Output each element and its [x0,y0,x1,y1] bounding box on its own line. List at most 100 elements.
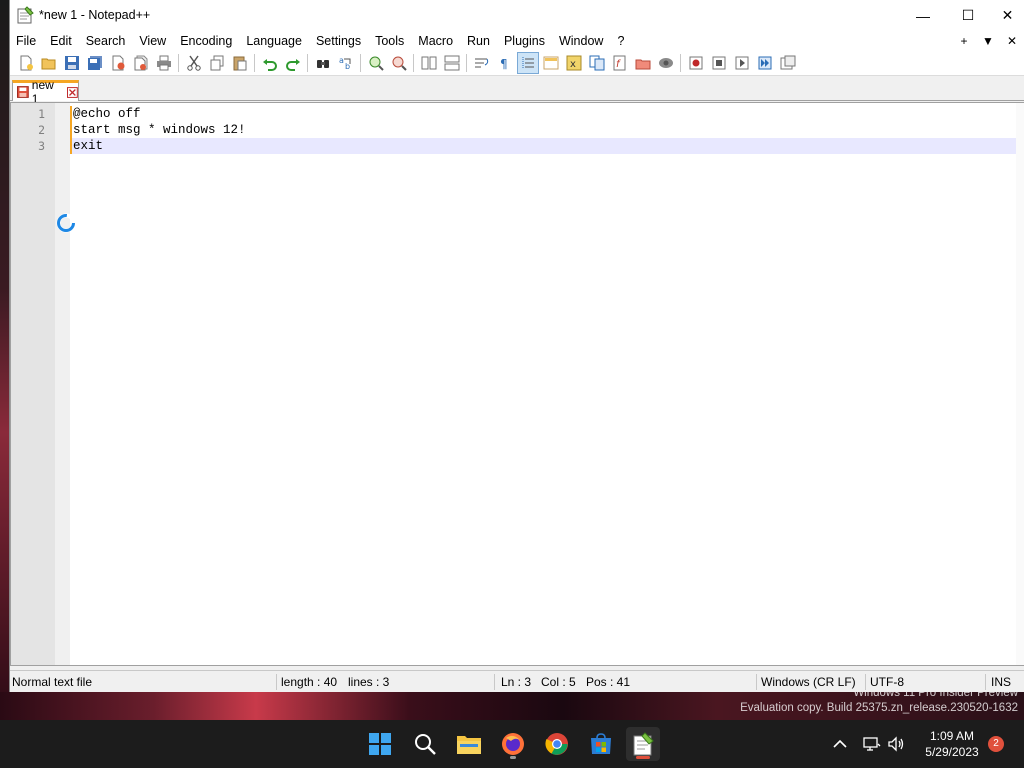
microsoft-store-icon[interactable] [584,727,618,761]
chevron-up-icon[interactable] [830,734,850,754]
new-tab-plus-button[interactable]: + [952,34,976,48]
menu-bar: File Edit Search View Encoding Language … [10,31,1024,51]
status-encoding[interactable]: UTF-8 [868,671,904,693]
code-text[interactable]: @echo off start msg * windows 12! exit [70,106,1016,154]
udl-icon[interactable] [540,52,562,74]
watermark-line-2: Evaluation copy. Build 25375.zn_release.… [740,702,1018,714]
toolbar-separator [413,54,414,72]
toolbar: ab ¶ x f [10,51,1024,76]
zoom-in-icon[interactable] [365,52,387,74]
vertical-scrollbar[interactable] [1016,103,1024,665]
notepadpp-icon[interactable] [626,727,660,761]
folder-workspace-icon[interactable]: f [609,52,631,74]
monitoring-icon[interactable] [632,52,654,74]
network-tray [862,720,882,768]
network-icon[interactable] [862,734,882,754]
status-col: Col : 5 [541,675,576,689]
save-all-icon[interactable] [84,52,106,74]
code-line-current[interactable]: exit [70,138,1016,154]
paste-icon[interactable] [229,52,251,74]
toolbar-separator [254,54,255,72]
menu-window[interactable]: Window [552,31,610,51]
function-list-icon[interactable] [586,52,608,74]
line-number: 2 [38,123,45,137]
status-length: length : 40 [281,675,338,689]
code-line[interactable]: @echo off [70,106,1016,122]
code-line[interactable]: start msg * windows 12! [70,122,1016,138]
menu-help[interactable]: ? [610,31,631,51]
close-all-icon[interactable] [130,52,152,74]
clock-date: 5/29/2023 [925,745,979,759]
window-title: *new 1 - Notepad++ [39,8,151,22]
fold-margin[interactable] [55,103,70,665]
find-icon[interactable] [312,52,334,74]
menu-file[interactable]: File [10,31,43,51]
status-insert-mode[interactable]: INS [989,671,1011,693]
close-button[interactable]: ✕ [990,0,1024,31]
stop-macro-icon[interactable] [708,52,730,74]
chrome-icon[interactable] [540,727,574,761]
word-wrap-icon[interactable] [471,52,493,74]
clock-time: 1:09 AM [929,729,975,743]
volume-icon[interactable] [886,734,906,754]
search-icon[interactable] [408,727,442,761]
close-icon[interactable] [107,52,129,74]
status-bar: Normal text file length : 40 lines : 3 L… [10,670,1024,692]
new-file-icon[interactable] [15,52,37,74]
menu-search[interactable]: Search [79,31,133,51]
notification-badge[interactable]: 2 [988,736,1004,752]
status-divider [756,674,757,690]
cut-icon[interactable] [183,52,205,74]
open-file-icon[interactable] [38,52,60,74]
play-macro-icon[interactable] [731,52,753,74]
sync-vertical-icon[interactable] [418,52,440,74]
eye-icon[interactable] [655,52,677,74]
menu-language[interactable]: Language [239,31,309,51]
menu-run[interactable]: Run [460,31,497,51]
status-eol[interactable]: Windows (CR LF) [759,671,856,693]
save-icon[interactable] [61,52,83,74]
tab-close-icon[interactable] [67,86,79,98]
redo-icon[interactable] [282,52,304,74]
zoom-out-icon[interactable] [388,52,410,74]
svg-text:x: x [570,59,576,70]
close-tab-x-button[interactable]: ✕ [1000,34,1024,48]
menu-encoding[interactable]: Encoding [173,31,239,51]
doc-map-icon[interactable]: x [563,52,585,74]
menu-edit[interactable]: Edit [43,31,79,51]
tab-list-dropdown-button[interactable]: ▼ [976,34,1000,48]
taskbar: 1:09 AM 5/29/2023 [0,720,1024,768]
maximize-button[interactable]: ☐ [945,0,991,31]
svg-text:¶: ¶ [500,57,508,71]
running-indicator [510,756,516,759]
save-macro-icon[interactable] [777,52,799,74]
sync-horizontal-icon[interactable] [441,52,463,74]
active-indicator [636,756,650,759]
run-macro-multiple-icon[interactable] [754,52,776,74]
menu-settings[interactable]: Settings [309,31,368,51]
menu-tools[interactable]: Tools [368,31,411,51]
toolbar-separator [680,54,681,72]
title-bar[interactable]: *new 1 - Notepad++ — ☐ ✕ [10,0,1024,31]
firefox-icon[interactable] [496,727,530,761]
show-all-chars-icon[interactable]: ¶ [494,52,516,74]
indent-guide-icon[interactable] [516,52,539,74]
toolbar-separator [466,54,467,72]
file-explorer-icon[interactable] [452,727,486,761]
tab-new-1[interactable]: new 1 [12,78,79,106]
undo-icon[interactable] [259,52,281,74]
clock[interactable]: 1:09 AM 5/29/2023 [918,728,986,760]
toolbar-separator [178,54,179,72]
editor-area[interactable]: 1 2 3 @echo off start msg * windows 12! … [10,102,1024,666]
print-icon[interactable] [153,52,175,74]
menu-plugins[interactable]: Plugins [497,31,552,51]
notepadpp-window: *new 1 - Notepad++ — ☐ ✕ File Edit Searc… [9,0,1024,692]
copy-icon[interactable] [206,52,228,74]
start-icon[interactable] [363,727,397,761]
record-macro-icon[interactable] [685,52,707,74]
minimize-button[interactable]: — [900,0,946,31]
menu-view[interactable]: View [132,31,173,51]
replace-icon[interactable]: ab [335,52,357,74]
menu-macro[interactable]: Macro [411,31,460,51]
status-pos: Pos : 41 [586,675,631,689]
